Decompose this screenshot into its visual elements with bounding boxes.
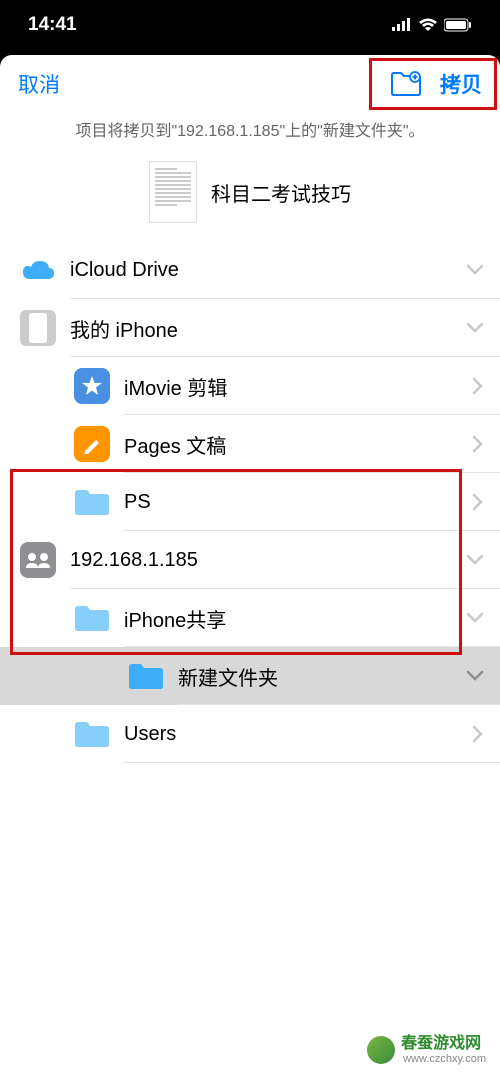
chevron-right-icon xyxy=(472,377,484,395)
wifi-icon xyxy=(418,18,438,32)
status-bar: 14:41 xyxy=(0,0,500,50)
chevron-down-icon xyxy=(466,554,484,566)
folder-icon xyxy=(74,488,110,516)
list-item-users[interactable]: Users xyxy=(0,705,500,763)
chevron-down-icon xyxy=(466,612,484,624)
signal-icon xyxy=(392,18,412,32)
item-label: Users xyxy=(124,723,472,746)
watermark: 春蚕游戏网 www.czchxy.com xyxy=(367,1035,486,1065)
chevron-right-icon xyxy=(472,435,484,453)
list-item-imovie[interactable]: iMovie 剪辑 xyxy=(0,357,500,415)
item-label: Pages 文稿 xyxy=(124,430,472,459)
item-label: iCloud Drive xyxy=(70,259,466,282)
list-item-new-folder[interactable]: 新建文件夹 xyxy=(0,647,500,705)
watermark-logo-icon xyxy=(367,1036,395,1064)
list-item-server[interactable]: 192.168.1.185 xyxy=(0,531,500,589)
list-item-ps[interactable]: PS xyxy=(0,473,500,531)
modal-subtitle: 项目将拷贝到"192.168.1.185"上的"新建文件夹"。 xyxy=(0,113,500,153)
folder-icon xyxy=(74,720,110,748)
status-time: 14:41 xyxy=(28,14,77,36)
file-title: 科目二考试技巧 xyxy=(211,178,351,207)
file-thumbnail xyxy=(149,161,197,223)
chevron-right-icon xyxy=(472,725,484,743)
watermark-url: www.czchxy.com xyxy=(403,1053,486,1065)
list-item-iphone[interactable]: 我的 iPhone xyxy=(0,299,500,357)
server-icon xyxy=(20,542,56,578)
watermark-name: 春蚕游戏网 xyxy=(401,1035,486,1053)
list-item-pages[interactable]: Pages 文稿 xyxy=(0,415,500,473)
chevron-down-icon xyxy=(466,322,484,334)
chevron-down-icon xyxy=(466,670,484,682)
item-label: PS xyxy=(124,491,472,514)
chevron-right-icon xyxy=(472,493,484,511)
modal-header: 取消 拷贝 xyxy=(0,55,500,113)
folder-icon xyxy=(74,604,110,632)
battery-icon xyxy=(444,18,472,32)
file-preview: 科目二考试技巧 xyxy=(0,153,500,241)
folder-icon xyxy=(128,662,164,690)
imovie-icon xyxy=(74,368,110,404)
iphone-icon xyxy=(20,310,56,346)
pages-icon xyxy=(74,426,110,462)
icloud-icon xyxy=(20,252,56,288)
item-label: 192.168.1.185 xyxy=(70,549,466,572)
location-list: iCloud Drive 我的 iPhone iMovie 剪辑 Pages 文… xyxy=(0,241,500,1083)
copy-modal: 取消 拷贝 项目将拷贝到"192.168.1.185"上的"新建文件夹"。 科目… xyxy=(0,55,500,1083)
cancel-button[interactable]: 取消 xyxy=(18,69,60,99)
new-folder-icon[interactable] xyxy=(390,71,422,97)
item-label: iMovie 剪辑 xyxy=(124,372,472,401)
item-label: 新建文件夹 xyxy=(178,662,466,691)
status-icons xyxy=(392,18,472,32)
chevron-down-icon xyxy=(466,264,484,276)
item-label: 我的 iPhone xyxy=(70,314,466,343)
list-item-iphone-share[interactable]: iPhone共享 xyxy=(0,589,500,647)
copy-button[interactable]: 拷贝 xyxy=(440,69,482,99)
list-item-icloud[interactable]: iCloud Drive xyxy=(0,241,500,299)
item-label: iPhone共享 xyxy=(124,604,466,633)
